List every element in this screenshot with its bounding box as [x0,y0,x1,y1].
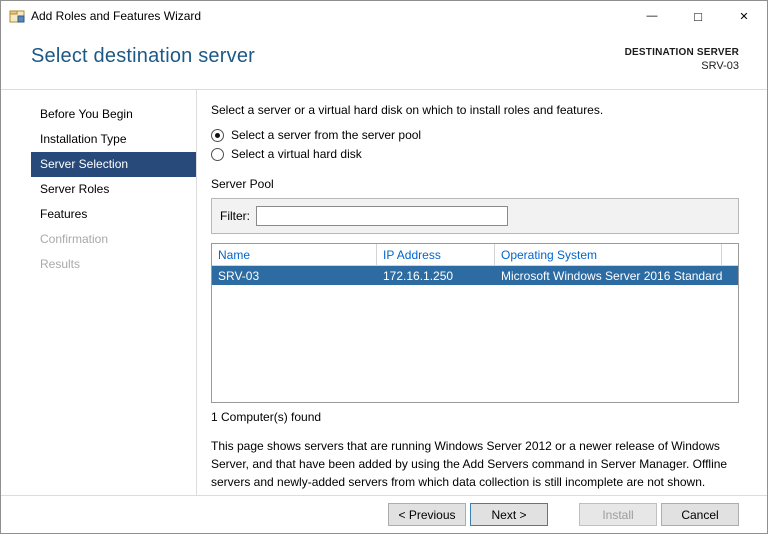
nav-item-before-you-begin[interactable]: Before You Begin [31,102,196,127]
radio-label-vhd: Select a virtual hard disk [231,147,362,161]
column-header-name[interactable]: Name [212,244,377,265]
filter-label: Filter: [220,209,250,223]
table-empty-area [212,285,738,402]
radio-button-server-pool[interactable] [211,128,224,142]
radio-label-server-pool: Select a server from the server pool [231,128,422,142]
cancel-button[interactable]: Cancel [661,503,739,526]
destination-server-name: SRV-03 [701,60,739,72]
add-roles-features-wizard-window: Add Roles and Features Wizard — □ ✕ Sele… [0,0,768,534]
close-icon[interactable]: ✕ [721,1,767,31]
nav-item-server-selection[interactable]: Server Selection [31,152,196,177]
computers-found-text: 1 Computer(s) found [211,410,322,424]
server-pool-table: Name IP Address Operating System SRV-03 … [211,243,739,403]
wizard-content: Select a server or a virtual hard disk o… [197,90,767,495]
page-title: Select destination server [31,45,256,67]
previous-button[interactable]: < Previous [388,503,466,526]
table-header-row: Name IP Address Operating System [212,244,738,266]
nav-item-results: Results [40,257,81,271]
wizard-nav: Before You Begin Installation Type Serve… [1,90,197,495]
nav-item-server-roles[interactable]: Server Roles [31,177,196,202]
server-pool-label: Server Pool [211,177,274,191]
cell-ip-address: 172.16.1.250 [383,268,454,283]
table-row[interactable]: SRV-03 172.16.1.250 Microsoft Windows Se… [212,266,738,285]
nav-item-confirmation: Confirmation [40,232,109,246]
wizard-header: Select destination server DESTINATION SE… [1,31,767,89]
column-header-extra [722,244,738,265]
next-button[interactable]: Next > [470,503,548,526]
wizard-icon [9,10,25,23]
nav-item-installation-type[interactable]: Installation Type [31,127,196,152]
radio-row-server-pool[interactable]: Select a server from the server pool [211,128,739,142]
page-note-text: This page shows servers that are running… [211,439,728,489]
filter-box: Filter: [211,198,739,234]
destination-server-block: DESTINATION SERVER SRV-03 [625,45,739,72]
maximize-icon[interactable]: □ [675,1,721,31]
column-header-ip-address[interactable]: IP Address [377,244,495,265]
window-title: Add Roles and Features Wizard [31,9,202,23]
radio-button-vhd[interactable] [211,147,224,161]
titlebar[interactable]: Add Roles and Features Wizard — □ ✕ [1,1,767,31]
wizard-footer: < Previous Next > Install Cancel [1,496,767,533]
install-button[interactable]: Install [579,503,657,526]
minimize-icon[interactable]: — [629,1,675,31]
cell-server-name: SRV-03 [218,268,260,283]
cell-operating-system: Microsoft Windows Server 2016 Standard [501,268,722,283]
filter-input[interactable] [256,206,508,226]
nav-item-features[interactable]: Features [31,202,196,227]
radio-row-vhd[interactable]: Select a virtual hard disk [211,147,739,161]
destination-server-label: DESTINATION SERVER [624,47,739,58]
intro-text: Select a server or a virtual hard disk o… [211,103,604,117]
column-header-operating-system[interactable]: Operating System [495,244,722,265]
